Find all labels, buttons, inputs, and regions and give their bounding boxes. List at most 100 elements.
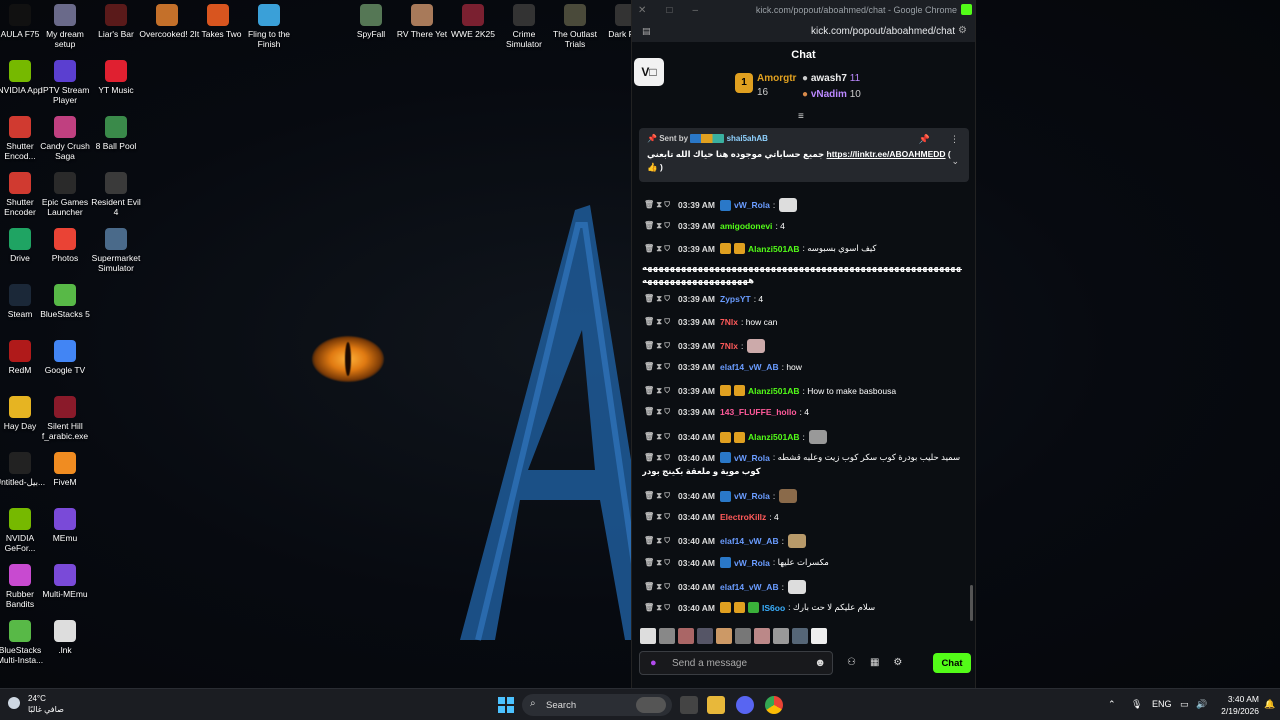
notifications-icon[interactable]: 🔔 xyxy=(1264,699,1275,710)
chrome-icon[interactable] xyxy=(765,696,783,714)
moderation-icons[interactable]: 🗑 ⧗ ⛉ xyxy=(644,491,670,501)
desktop-icon[interactable]: WWE 2K25 xyxy=(445,4,501,39)
message-username[interactable]: elaf14_vW_AB xyxy=(720,582,779,592)
task-view-icon[interactable] xyxy=(680,696,698,714)
desktop-icon[interactable]: YT Music xyxy=(88,60,144,95)
volume-icon[interactable]: 🔊 xyxy=(1196,699,1207,710)
minimize-window-icon[interactable]: – xyxy=(692,5,698,16)
tray-chevron-icon[interactable]: ⌃ xyxy=(1108,699,1116,710)
microphone-tray-icon[interactable]: 🎙 xyxy=(1131,699,1142,710)
moderation-icons[interactable]: 🗑 ⧗ ⛉ xyxy=(644,386,670,396)
desktop-icon[interactable]: .lnk xyxy=(37,620,93,655)
emoji-picker-icon[interactable]: ☻ xyxy=(814,657,826,669)
chat-message[interactable]: 🗑 ⧗ ⛉ 03:40 AM ElectroKillz: 4 xyxy=(644,512,779,522)
moderation-icons[interactable]: 🗑 ⧗ ⛉ xyxy=(644,512,670,522)
desktop-icon[interactable]: The Outlast Trials xyxy=(547,4,603,49)
gift-icon[interactable]: ▦ xyxy=(870,657,879,668)
emote-image[interactable] xyxy=(792,628,808,644)
message-username[interactable]: elaf14_vW_AB xyxy=(720,536,779,546)
chat-message[interactable]: 🗑 ⧗ ⛉ 03:39 AM Alanzi501AB: كيف اسوي بسبوس… xyxy=(644,243,876,254)
desktop-icon[interactable]: Multi-MEmu xyxy=(37,564,93,599)
desktop-icon[interactable]: RV There Yet xyxy=(394,4,450,39)
message-username[interactable]: 143_FLUFFE_hollo xyxy=(720,407,797,417)
desktop-icon[interactable]: It Takes Two xyxy=(190,4,246,39)
chat-message[interactable]: 🗑 ⧗ ⛉ 03:40 AM elaf14_vW_AB: xyxy=(644,580,806,594)
gifter-third[interactable]: ● vNadim 10 xyxy=(802,89,861,100)
desktop-icon[interactable]: Photos xyxy=(37,228,93,263)
moderation-icons[interactable]: 🗑 ⧗ ⛉ xyxy=(644,582,670,592)
send-chat-button[interactable]: Chat xyxy=(933,653,971,673)
emote-image[interactable] xyxy=(735,628,751,644)
message-username[interactable]: IS6oo xyxy=(762,603,785,613)
message-username[interactable]: Alanzi501AB xyxy=(748,244,800,254)
more-options-icon[interactable]: ⋮ xyxy=(950,134,959,145)
emote-image[interactable] xyxy=(811,628,827,644)
chat-message[interactable]: 🗑 ⧗ ⛉ 03:39 AM 7Nlx: how can xyxy=(644,317,777,327)
desktop-icon[interactable]: Google TV xyxy=(37,340,93,375)
message-username[interactable]: ZypsYT xyxy=(720,294,751,304)
emote-image[interactable] xyxy=(697,628,713,644)
gifter-second[interactable]: ● awash7 11 xyxy=(802,73,860,84)
maximize-window-icon[interactable]: □ xyxy=(666,5,672,16)
desktop-icon[interactable]: Silent Hill f_arabic.exe xyxy=(37,396,93,441)
pinned-sender[interactable]: shai5ahAB xyxy=(727,134,768,143)
desktop-icon[interactable]: FiveM xyxy=(37,452,93,487)
message-username[interactable]: amigodonevi xyxy=(720,221,772,231)
moderation-icons[interactable]: 🗑 ⧗ ⛉ xyxy=(644,603,670,613)
start-button[interactable] xyxy=(498,697,514,713)
message-username[interactable]: ElectroKillz xyxy=(720,512,766,522)
message-username[interactable]: vW_Rola xyxy=(734,200,770,210)
desktop-icon[interactable]: Epic Games Launcher xyxy=(37,172,93,217)
desktop-icon[interactable]: 8 Ball Pool xyxy=(88,116,144,151)
chat-message[interactable]: 🗑 ⧗ ⛉ 03:40 AM IS6oo: سلام عليكم لا حت بار… xyxy=(644,602,875,613)
chat-message[interactable]: 🗑 ⧗ ⛉ 03:39 AM 143_FLUFFE_hollo: 4 xyxy=(644,407,809,417)
message-username[interactable]: Alanzi501AB xyxy=(748,386,800,396)
desktop-icon[interactable]: Crime Simulator xyxy=(496,4,552,49)
taskbar-search[interactable]: ⌕ Search xyxy=(522,694,672,716)
microphone-icon[interactable]: ● xyxy=(650,657,657,669)
chat-message[interactable]: 🗑 ⧗ ⛉ 03:40 AM Alanzi501AB: xyxy=(644,430,827,444)
chat-message[interactable]: 🗑 ⧗ ⛉ 03:39 AM vW_Rola: xyxy=(644,198,798,212)
desktop-icon[interactable]: Overcooked! 2 xyxy=(139,4,195,39)
chrome-popup-window[interactable]: ✕ □ – kick.com/popout/aboahmed/chat - Go… xyxy=(631,0,976,688)
close-window-icon[interactable]: ✕ xyxy=(638,5,646,16)
emote-image[interactable] xyxy=(678,628,694,644)
moderation-icons[interactable]: 🗑 ⧗ ⛉ xyxy=(644,432,670,442)
emote-image[interactable] xyxy=(754,628,770,644)
desktop-icon[interactable]: Fling to the Finish xyxy=(241,4,297,49)
users-icon[interactable]: ⚇ xyxy=(847,657,856,668)
system-clock[interactable]: 3:40 AM 2/19/2026 xyxy=(1219,693,1259,717)
emote-image[interactable] xyxy=(659,628,675,644)
chevron-down-icon[interactable]: ⌄ xyxy=(951,156,959,167)
pinned-link[interactable]: https://linktr.ee/ABOAHMEDD xyxy=(827,149,946,159)
weather-widget[interactable]: 24°C صافي غالبًا xyxy=(8,693,64,715)
chat-message[interactable]: 🗑 ⧗ ⛉ 03:39 AM 7Nlx: xyxy=(644,339,766,353)
pinned-message[interactable]: 📌 Sent by shai5ahAB جميع حساباتي موجوده … xyxy=(639,128,969,182)
chat-message[interactable]: 🗑 ⧗ ⛉ 03:39 AM Alanzi501AB: How to make ba… xyxy=(644,385,896,396)
expand-gifters-icon[interactable]: ≡ xyxy=(798,111,804,122)
message-username[interactable]: 7Nlx xyxy=(720,317,738,327)
moderation-icons[interactable]: 🗑 ⧗ ⛉ xyxy=(644,362,670,372)
emote-image[interactable] xyxy=(640,628,656,644)
message-username[interactable]: vW_Rola xyxy=(734,491,770,501)
settings-icon[interactable]: ⚙ xyxy=(893,657,902,668)
chat-message[interactable]: 🗑 ⧗ ⛉ 03:39 AM ZypsYT: 4 xyxy=(644,294,763,304)
moderation-icons[interactable]: 🗑 ⧗ ⛉ xyxy=(644,536,670,546)
desktop-icon[interactable]: My dream setup xyxy=(37,4,93,49)
message-username[interactable]: vW_Rola xyxy=(734,558,770,568)
unpin-icon[interactable]: 📌 xyxy=(919,134,930,145)
moderation-icons[interactable]: 🗑 ⧗ ⛉ xyxy=(644,341,670,351)
url-text[interactable]: kick.com/popout/aboahmed/chat xyxy=(811,26,955,37)
chat-message[interactable]: 🗑 ⧗ ⛉ 03:39 AM amigodonevi: 4 xyxy=(644,221,785,231)
desktop-icon[interactable]: Candy Crush Saga xyxy=(37,116,93,161)
language-indicator[interactable]: ENG xyxy=(1152,699,1172,709)
recent-emotes[interactable] xyxy=(640,628,827,644)
moderation-icons[interactable]: 🗑 ⧗ ⛉ xyxy=(644,200,670,210)
message-username[interactable]: vW_Rola xyxy=(734,453,770,463)
file-explorer-icon[interactable] xyxy=(707,696,725,714)
chat-message-input[interactable]: ● Send a message ☻ xyxy=(639,651,833,675)
desktop-icon[interactable]: SpyFall xyxy=(343,4,399,39)
emote-image[interactable] xyxy=(773,628,789,644)
chat-message[interactable]: 🗑 ⧗ ⛉ 03:40 AM vW_Rola: مكسرات عليها xyxy=(644,557,829,568)
chat-scrollbar[interactable] xyxy=(970,585,973,621)
